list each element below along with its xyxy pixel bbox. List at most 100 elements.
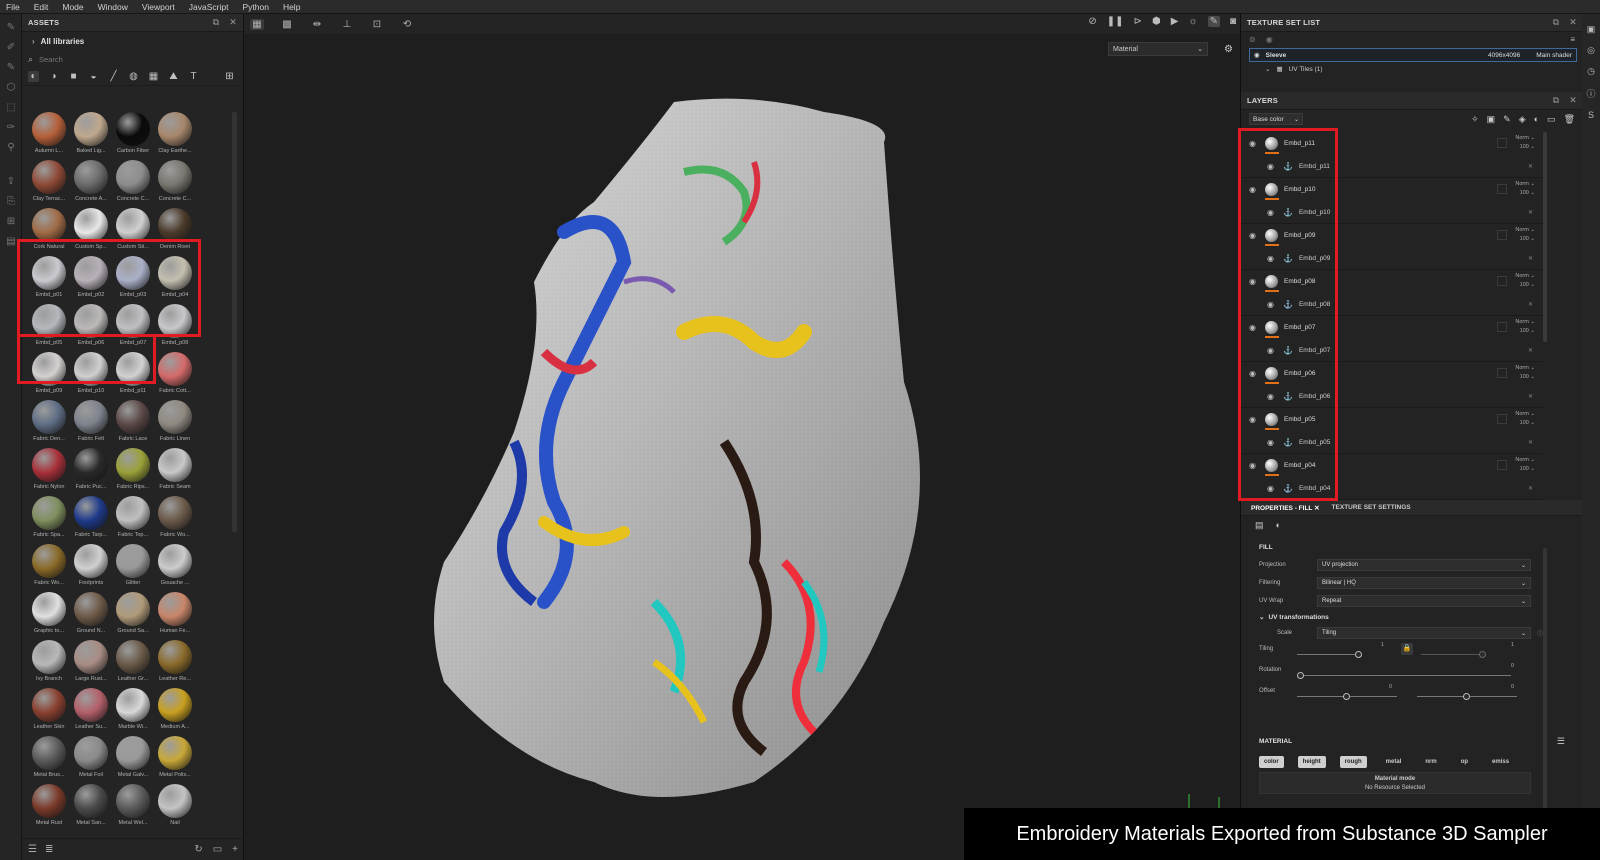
asset-item[interactable]: Fabric Spa... xyxy=(28,496,70,541)
close-icon[interactable]: ✕ xyxy=(1528,439,1533,446)
viewport-mode-dropdown[interactable]: Material ⌄ xyxy=(1108,42,1208,56)
viewport-options-icon[interactable]: ⚙ xyxy=(1224,44,1233,55)
asset-item[interactable]: Leather Skin xyxy=(28,688,70,733)
asset-item[interactable]: Autumn L... xyxy=(28,112,70,157)
particles-filter-icon[interactable]: ◍ xyxy=(128,71,139,82)
asset-item[interactable]: Fabric Lace xyxy=(112,400,154,445)
smart-masks-filter-icon[interactable]: ◒ xyxy=(88,71,99,82)
channel-toggle-metal[interactable]: metal xyxy=(1381,756,1407,768)
menu-item-python[interactable]: Python xyxy=(242,2,268,12)
asset-item[interactable]: Leather Re... xyxy=(154,640,196,685)
display-icon[interactable]: ◎ xyxy=(1582,45,1600,56)
scale-dropdown[interactable]: Tiling ⌄ xyxy=(1317,627,1531,639)
asset-item[interactable]: Carbon Fiber xyxy=(112,112,154,157)
asset-item[interactable]: Baked Lig... xyxy=(70,112,112,157)
add-fill-layer-icon[interactable]: ◈ xyxy=(1519,114,1526,125)
add-smart-material-icon[interactable]: ◐ xyxy=(1534,114,1539,125)
search-field[interactable]: ⌕ Search xyxy=(28,52,237,66)
layer-blend[interactable]: Norm ⌄ 100 ⌄ xyxy=(1515,456,1535,474)
asset-item[interactable]: Clay Earthe... xyxy=(154,112,196,157)
text-filter-icon[interactable]: T xyxy=(188,71,199,82)
bake-icon[interactable]: ⎘ xyxy=(5,196,17,208)
filters-filter-icon[interactable]: ▦ xyxy=(148,71,159,82)
layer-blend[interactable]: Norm ⌄ 100 ⌄ xyxy=(1515,272,1535,290)
channel-toggle-emiss[interactable]: emiss xyxy=(1487,756,1514,768)
tab-texture-set-settings[interactable]: TEXTURE SET SETTINGS xyxy=(1332,504,1411,511)
menu-icon[interactable]: ≡ xyxy=(1570,35,1575,44)
layer-blend[interactable]: Norm ⌄ 100 ⌄ xyxy=(1515,364,1535,382)
asset-item[interactable]: Concrete C... xyxy=(154,160,196,205)
asset-item[interactable]: Large Rust... xyxy=(70,640,112,685)
smart-materials-filter-icon[interactable]: ◑ xyxy=(48,71,59,82)
channel-dropdown[interactable]: Base color ⌄ xyxy=(1249,113,1303,125)
asset-item[interactable]: Fabric Den... xyxy=(28,400,70,445)
asset-item[interactable]: Fabric Top... xyxy=(112,496,154,541)
close-icon[interactable]: ✕ xyxy=(1569,17,1577,28)
textures-filter-icon[interactable]: ■ xyxy=(68,71,79,82)
uv-tiles-row[interactable]: ⌄ ▦ UV Tiles (1) xyxy=(1241,62,1583,76)
tab-properties-fill[interactable]: PROPERTIES - FILL ✕ xyxy=(1251,504,1320,512)
asset-item[interactable]: Nail xyxy=(154,784,196,829)
history-icon[interactable]: ⟲ xyxy=(400,19,414,30)
asset-item[interactable]: Human Fe... xyxy=(154,592,196,637)
float-icon[interactable]: ⧉ xyxy=(1553,17,1560,28)
menu-item-help[interactable]: Help xyxy=(283,2,300,12)
asset-item[interactable]: Ground Sa... xyxy=(112,592,154,637)
close-icon[interactable]: ✕ xyxy=(1528,301,1533,308)
asset-item[interactable]: Metal Polis... xyxy=(154,736,196,781)
layer-mask-slot[interactable] xyxy=(1497,230,1507,240)
cube-icon[interactable]: ⬢ xyxy=(1152,16,1161,27)
asset-item[interactable]: Glitter xyxy=(112,544,154,589)
asset-item[interactable]: Leather Gr... xyxy=(112,640,154,685)
close-icon[interactable]: ✕ xyxy=(1314,505,1319,512)
eraser-icon[interactable]: ✐ xyxy=(5,42,17,54)
offset-slider-1[interactable] xyxy=(1343,693,1350,700)
asset-item[interactable]: Marble Wi... xyxy=(112,688,154,733)
layer-mask-slot[interactable] xyxy=(1497,184,1507,194)
close-icon[interactable]: ✕ xyxy=(1528,347,1533,354)
projection-icon[interactable]: ✎ xyxy=(5,62,17,74)
asset-item[interactable]: Metal Brus... xyxy=(28,736,70,781)
menu-item-window[interactable]: Window xyxy=(98,2,128,12)
close-icon[interactable]: ✕ xyxy=(1528,485,1533,492)
asset-item[interactable]: Fabric Puc... xyxy=(70,448,112,493)
material-mode-box[interactable]: Material mode No Resource Selected xyxy=(1259,772,1531,794)
layer-blend[interactable]: Norm ⌄ 100 ⌄ xyxy=(1515,318,1535,336)
export-icon[interactable]: ⇪ xyxy=(5,176,17,188)
fill-properties-icon[interactable]: ▤ xyxy=(1255,520,1264,531)
asset-item[interactable]: Concrete A... xyxy=(70,160,112,205)
asset-item[interactable]: Metal Foil xyxy=(70,736,112,781)
asset-item[interactable]: Fabric Tarp... xyxy=(70,496,112,541)
asset-item[interactable]: Ivy Branch xyxy=(28,640,70,685)
environment-filter-icon[interactable]: ⛰ xyxy=(168,71,179,82)
align-icon[interactable]: ⊥ xyxy=(340,19,354,30)
brushes-filter-icon[interactable]: ╱ xyxy=(108,71,119,82)
texture-set-row[interactable]: ◉ Sleeve 4096x4096 Main shader xyxy=(1249,48,1577,62)
layer-mask-slot[interactable] xyxy=(1497,460,1507,470)
substance-logo-icon[interactable]: S xyxy=(1582,110,1600,120)
symmetry-icon[interactable]: ⇹ xyxy=(310,19,324,30)
asset-item[interactable]: Concrete C... xyxy=(112,160,154,205)
uv-transformations-toggle[interactable]: ⌄ UV transformations xyxy=(1241,610,1583,624)
asset-item[interactable]: Ground N... xyxy=(70,592,112,637)
layer-mask-slot[interactable] xyxy=(1497,322,1507,332)
sort-icon[interactable]: ☰ xyxy=(28,844,37,855)
lock-icon[interactable]: 🔒 xyxy=(1401,643,1413,655)
video-icon[interactable]: ▶ xyxy=(1171,16,1179,27)
close-icon[interactable]: ✕ xyxy=(229,17,237,28)
close-icon[interactable]: ✕ xyxy=(1569,95,1577,106)
rotation-slider[interactable] xyxy=(1297,672,1304,679)
asset-item[interactable]: Fabric Wo... xyxy=(28,544,70,589)
layer-mask-slot[interactable] xyxy=(1497,368,1507,378)
delete-icon[interactable]: 🗑 xyxy=(1564,114,1575,125)
asset-item[interactable]: Metal Galv... xyxy=(112,736,154,781)
filtering-dropdown[interactable]: Bilinear | HQ ⌄ xyxy=(1317,577,1531,589)
asset-item[interactable]: Fabric Wo... xyxy=(154,496,196,541)
materials-filter-icon[interactable]: ◐ xyxy=(28,71,39,82)
refresh-icon[interactable]: ↻ xyxy=(194,844,202,855)
layer-blend[interactable]: Norm ⌄ 100 ⌄ xyxy=(1515,226,1535,244)
asset-item[interactable]: Fabric Seam xyxy=(154,448,196,493)
paint-brush-icon[interactable]: ✎ xyxy=(5,22,17,34)
asset-item[interactable]: Gouache ... xyxy=(154,544,196,589)
menu-item-javascript[interactable]: JavaScript xyxy=(189,2,229,12)
